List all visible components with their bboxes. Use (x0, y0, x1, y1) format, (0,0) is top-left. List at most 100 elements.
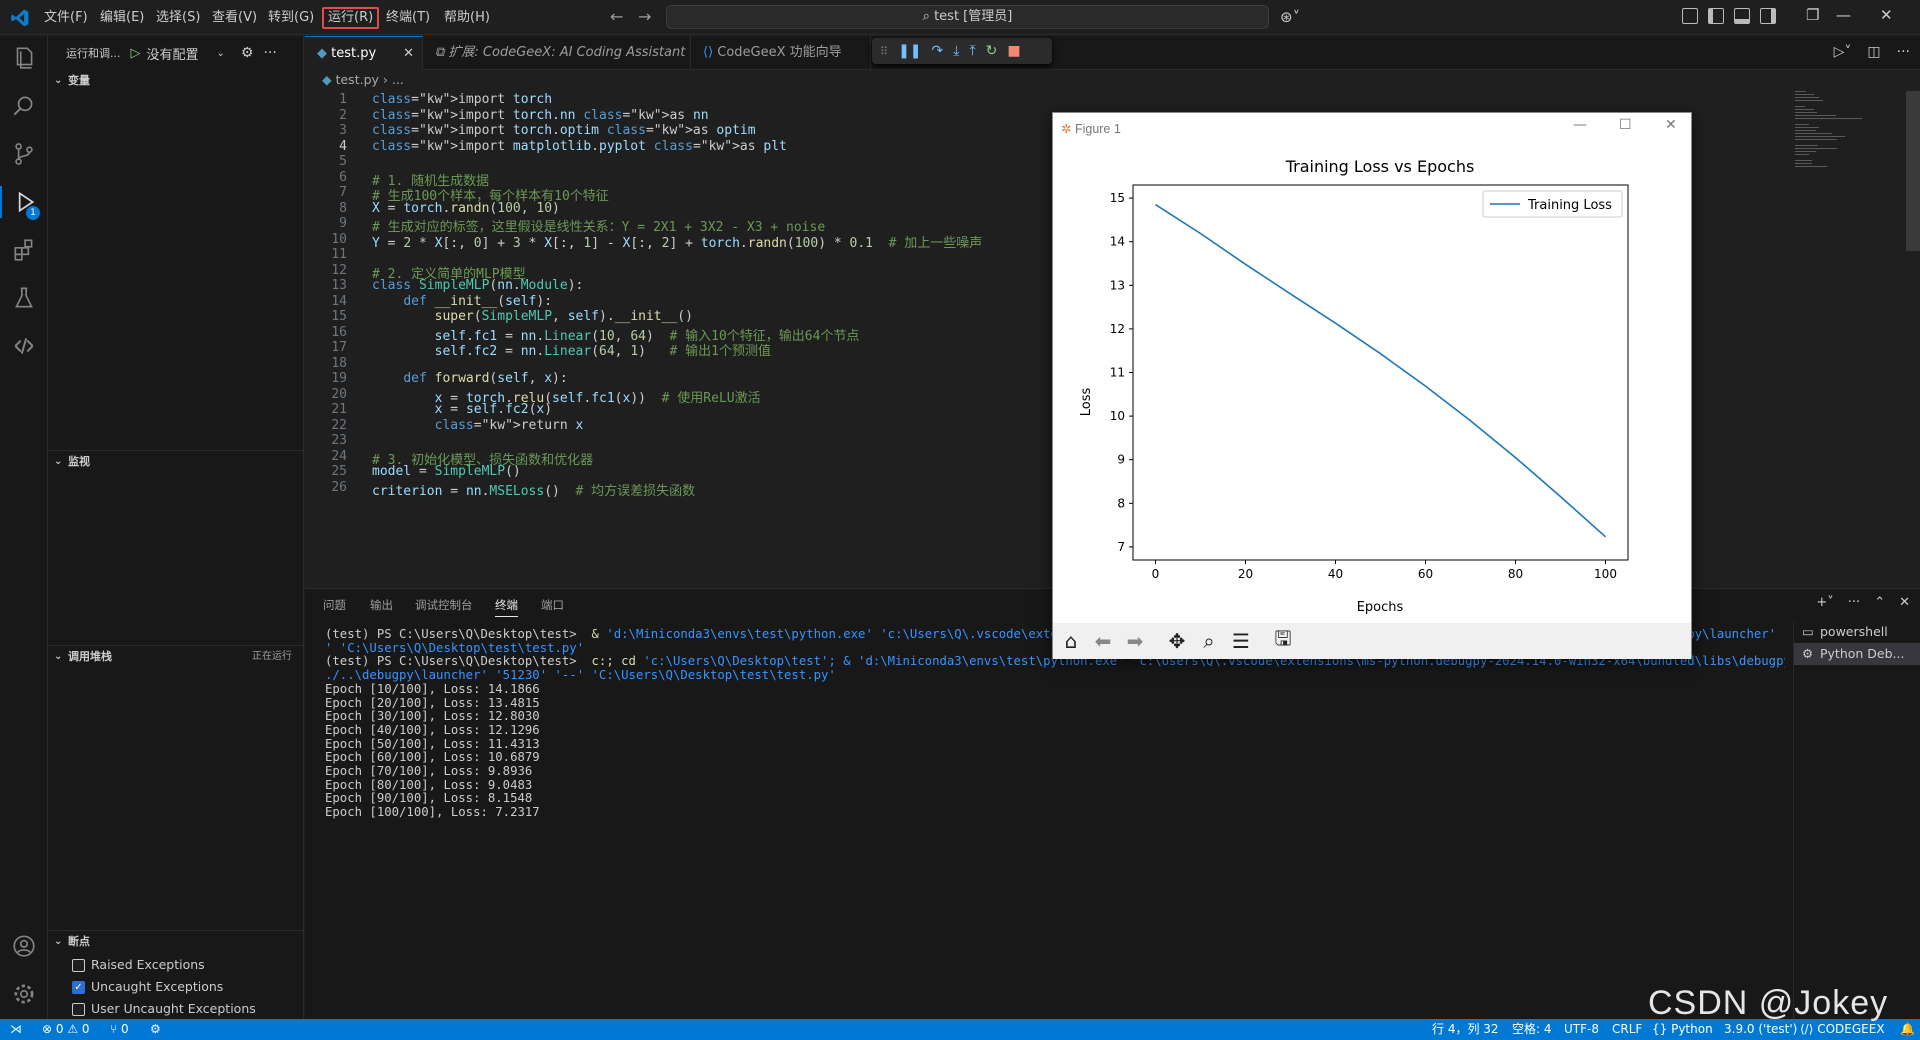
testing-icon[interactable] (8, 282, 40, 314)
pause-icon[interactable]: ❚❚ (898, 43, 921, 59)
restore-window-icon[interactable]: ❐ (1806, 6, 1819, 24)
toggle-sidebar-icon[interactable] (1708, 8, 1724, 24)
menu-item-5[interactable]: 运行(R) (322, 7, 380, 29)
code-line[interactable]: criterion = nn.MSELoss() # 均方误差损失函数 (372, 480, 695, 499)
panel-tab[interactable]: 问题 (323, 593, 346, 617)
source-control-icon[interactable] (8, 138, 40, 170)
close-window-icon[interactable]: ✕ (1880, 6, 1893, 24)
run-file-icon[interactable]: ▷˅ (1834, 44, 1852, 60)
layout-customize-icon[interactable] (1682, 8, 1698, 24)
indentation[interactable]: 空格: 4 (1512, 1019, 1552, 1040)
menu-item-7[interactable]: 帮助(H) (440, 7, 494, 29)
home-icon[interactable]: ⌂ (1059, 629, 1083, 653)
menu-item-6[interactable]: 终端(T) (382, 7, 434, 29)
new-terminal-icon[interactable]: +˅ (1816, 595, 1833, 610)
minimap[interactable] (1795, 91, 1905, 211)
code-line[interactable]: class="kw">import torch (372, 92, 552, 107)
code-line[interactable]: class="kw">import matplotlib.pyplot clas… (372, 139, 787, 154)
tab-codegeex-guide[interactable]: ⟨⟩ CodeGeeX 功能向导 (691, 36, 871, 70)
step-over-icon[interactable]: ↷ (932, 43, 944, 59)
tab-test-py[interactable]: ◆ test.py ✕ (305, 36, 423, 70)
gear-icon[interactable]: ⚙ (241, 45, 254, 61)
command-center-search[interactable]: ⌕ test [管理员] (666, 5, 1269, 29)
ports-status[interactable]: ⑂ 0 (110, 1019, 129, 1040)
encoding[interactable]: UTF-8 (1564, 1019, 1599, 1040)
restart-icon[interactable]: ↻ (986, 43, 998, 59)
explorer-icon[interactable] (8, 42, 40, 74)
close-icon[interactable]: ✕ (403, 37, 414, 71)
breadcrumb-file[interactable]: test.py (336, 72, 379, 87)
maximize-panel-icon[interactable]: ⌃ (1874, 595, 1885, 610)
remote-icon[interactable]: ⋊ (10, 1019, 22, 1040)
extensions-icon[interactable] (8, 234, 40, 266)
more-actions-icon[interactable]: ··· (263, 45, 276, 61)
code-line[interactable]: def __init__(self): (372, 294, 552, 309)
chevron-down-icon[interactable]: ⌄ (217, 48, 225, 59)
menu-item-3[interactable]: 查看(V) (208, 7, 261, 29)
breakpoint-checkbox[interactable]: ✓ (72, 980, 85, 994)
code-line[interactable]: super(SimpleMLP, self).__init__() (372, 309, 693, 324)
cursor-position[interactable]: 行 4，列 32 (1432, 1019, 1499, 1040)
close-panel-icon[interactable]: ✕ (1899, 595, 1910, 610)
copilot-icon[interactable]: ⊛˅ (1280, 8, 1300, 26)
code-line[interactable]: self.fc2 = nn.Linear(64, 1) # 输出1个预测值 (372, 340, 771, 359)
launch-config-select[interactable]: 没有配置 (147, 44, 199, 63)
menu-item-2[interactable]: 选择(S) (152, 7, 204, 29)
breakpoint-checkbox[interactable] (72, 1002, 85, 1016)
code-line[interactable]: class="kw">return x (372, 418, 584, 433)
code-line[interactable]: x = self.fc2(x) (372, 402, 552, 417)
stop-icon[interactable]: ■ (1007, 43, 1020, 59)
tab-codegeex-extension[interactable]: ⧉ 扩展: CodeGeeX: AI Coding Assistant (423, 36, 691, 70)
zoom-icon[interactable]: ⌕ (1197, 629, 1221, 653)
menu-item-0[interactable]: 文件(F) (40, 7, 92, 29)
minimize-window-icon[interactable]: — (1573, 117, 1587, 133)
code-line[interactable]: model = SimpleMLP() (372, 464, 521, 479)
back-arrow-icon[interactable]: ⬅ (1091, 629, 1115, 653)
code-line[interactable]: class="kw">import torch.optim class="kw"… (372, 123, 756, 138)
start-debug-button[interactable]: ▷ (131, 46, 141, 61)
code-line[interactable]: Y = 2 * X[:, 0] + 3 * X[:, 1] - X[:, 2] … (372, 232, 982, 251)
line-ending[interactable]: CRLF (1612, 1019, 1642, 1040)
step-into-icon[interactable]: ⤓ (953, 43, 959, 59)
configure-subplots-icon[interactable]: ☰ (1229, 629, 1253, 653)
problems-status[interactable]: ⊗ 0 ⚠ 0 (42, 1019, 90, 1040)
step-out-icon[interactable]: ⤒ (969, 43, 975, 59)
more-actions-icon[interactable]: ··· (1897, 44, 1910, 60)
panel-tab[interactable]: 终端 (495, 593, 518, 617)
panel-tab[interactable]: 端口 (541, 593, 564, 617)
debug-status-icon[interactable]: ⚙ (150, 1019, 161, 1040)
panel-tab[interactable]: 调试控制台 (415, 593, 473, 617)
forward-arrow-icon[interactable]: ➡ (1123, 629, 1147, 653)
account-icon[interactable] (8, 930, 40, 962)
settings-gear-icon[interactable] (8, 978, 40, 1010)
terminal-item-powershell[interactable]: ▭ powershell (1794, 621, 1920, 643)
forward-arrow-icon[interactable]: → (638, 7, 651, 26)
close-window-icon[interactable]: ✕ (1665, 117, 1677, 133)
search-icon[interactable] (8, 90, 40, 122)
maximize-window-icon[interactable]: ☐ (1619, 117, 1632, 133)
code-line[interactable]: def forward(self, x): (372, 371, 567, 386)
code-line[interactable]: X = torch.randn(100, 10) (372, 201, 560, 216)
pan-icon[interactable]: ✥ (1165, 629, 1189, 653)
code-line[interactable]: class="kw">import torch.nn class="kw">as… (372, 108, 709, 123)
menu-item-1[interactable]: 编辑(E) (96, 7, 148, 29)
menu-item-4[interactable]: 转到(G) (264, 7, 318, 29)
breadcrumb-symbol[interactable]: ... (392, 72, 404, 87)
notifications-icon[interactable]: 🔔 (1900, 1019, 1915, 1040)
run-and-debug-icon[interactable]: 1 (8, 186, 40, 220)
minimize-window-icon[interactable]: — (1836, 6, 1851, 24)
panel-tab[interactable]: 输出 (370, 593, 393, 617)
breakpoint-item[interactable]: ✓ Uncaught Exceptions (72, 976, 223, 998)
breakpoint-item[interactable]: Raised Exceptions (72, 954, 205, 976)
codegeex-icon[interactable] (8, 330, 40, 362)
toggle-secondary-sidebar-icon[interactable] (1760, 8, 1776, 24)
editor-scrollbar[interactable] (1906, 91, 1920, 251)
drag-handle-icon[interactable]: ⠿ (880, 45, 888, 58)
save-icon[interactable]: 🖫 (1271, 624, 1295, 658)
breakpoint-checkbox[interactable] (72, 958, 85, 972)
split-editor-icon[interactable]: ◫ (1867, 44, 1880, 60)
callstack-section-header[interactable]: ⌄ 调用堆栈 正在运行 (48, 645, 304, 667)
more-actions-icon[interactable]: ··· (1848, 595, 1860, 610)
code-line[interactable]: class SimpleMLP(nn.Module): (372, 278, 583, 293)
toggle-panel-icon[interactable] (1734, 8, 1750, 24)
